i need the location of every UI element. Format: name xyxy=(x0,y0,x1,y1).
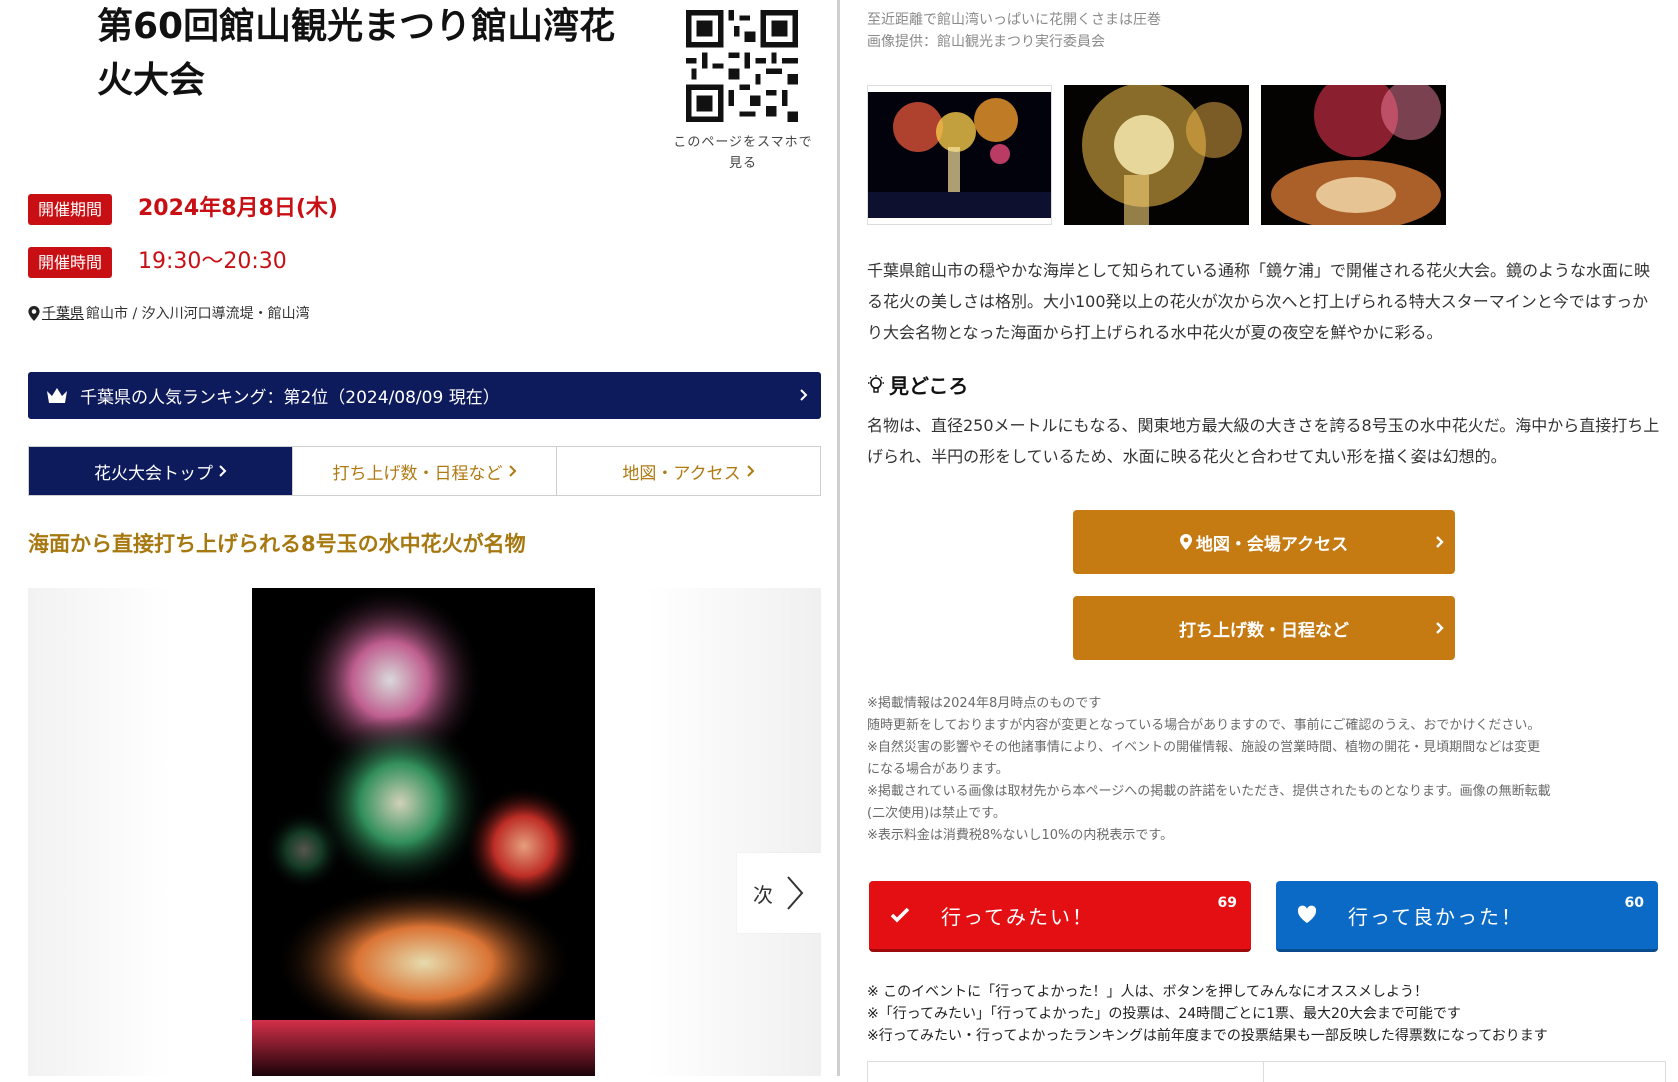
lightbulb-icon xyxy=(868,374,884,393)
qr-code-icon xyxy=(686,10,798,122)
thumbnail-strip xyxy=(867,85,1446,225)
period-badge: 開催期間 xyxy=(28,194,113,225)
ranking-text: 千葉県の人気ランキング：第2位（2024/08/09 現在） xyxy=(80,388,500,408)
location-pref-link[interactable]: 千葉県 xyxy=(42,303,84,323)
highlights-text: 名物は、直径250メートルにもなる、関東地方最大級の大きさを誇る8号玉の水中花火… xyxy=(867,416,1660,466)
page-title: 第60回館山観光まつり館山湾花 火大会 xyxy=(97,6,616,101)
tab-fireworks-top[interactable]: 花火大会トップ xyxy=(29,447,293,495)
photo-caption: 至近距離で館山湾いっぱいに花開くさまは圧巻 画像提供：館山観光まつり実行委員会 xyxy=(867,12,1161,50)
bottom-panel xyxy=(867,1061,1666,1082)
highlights-heading: 見どころ xyxy=(867,370,968,399)
gallery-heading: 海面から直接打ち上げられる8号玉の水中花火が名物 xyxy=(28,532,526,556)
chevron-right-icon xyxy=(219,465,227,477)
location-detail: 館山市 / 汐入川河口導流堤・館山湾 xyxy=(86,306,310,322)
ranking-banner[interactable]: 千葉県の人気ランキング：第2位（2024/08/09 現在） xyxy=(28,372,821,419)
event-description: 千葉県館山市の穏やかな海岸として知られている通称「鏡ケ浦」で開催される花火大会。… xyxy=(867,261,1651,342)
chevron-right-icon xyxy=(787,876,804,910)
chevron-right-icon xyxy=(1436,536,1444,548)
want-to-go-count: 69 xyxy=(1217,895,1237,911)
check-icon xyxy=(890,907,910,923)
disclaimer-notes: ※掲載情報は2024年8月時点のものです 随時更新をしておりますが内容が変更とな… xyxy=(867,696,1551,843)
thumbnail-1[interactable] xyxy=(867,85,1052,225)
period-value: 2024年8月8日(木) xyxy=(138,196,338,221)
fireworks-photo xyxy=(252,588,595,1076)
schedule-button[interactable]: 打ち上げ数・日程など xyxy=(1073,596,1455,660)
tab-schedule[interactable]: 打ち上げ数・日程など xyxy=(293,447,557,495)
location: 千葉県 館山市 / 汐入川河口導流堤・館山湾 xyxy=(28,303,310,323)
heart-icon xyxy=(1297,905,1317,923)
column-divider xyxy=(837,0,840,1076)
want-to-go-button[interactable]: 行ってみたい！ 69 xyxy=(869,881,1251,952)
photo-gallery: 次 xyxy=(28,588,821,1076)
tab-bar: 花火大会トップ 打ち上げ数・日程など 地図・アクセス xyxy=(28,446,821,496)
thumbnail-3[interactable] xyxy=(1261,85,1446,225)
chevron-right-icon xyxy=(1436,622,1444,634)
chevron-right-icon xyxy=(508,465,516,477)
time-badge: 開催時間 xyxy=(28,247,113,278)
chevron-right-icon xyxy=(800,389,808,401)
map-access-button[interactable]: 地図・会場アクセス xyxy=(1073,510,1455,574)
location-pin-icon xyxy=(28,305,40,321)
time-value: 19:30～20:30 xyxy=(138,249,287,274)
glad-went-count: 60 xyxy=(1624,895,1644,911)
qr-caption: このページをスマホで 見る xyxy=(673,135,813,171)
vote-notes: ※ このイベントに「行ってよかった！」人は、ボタンを押してみんなにオススメしよう… xyxy=(867,984,1548,1044)
glad-went-button[interactable]: 行って良かった！ 60 xyxy=(1276,881,1658,952)
gallery-next-button[interactable]: 次 xyxy=(737,853,821,933)
location-pin-icon xyxy=(1179,534,1192,550)
thumbnail-2[interactable] xyxy=(1064,85,1249,225)
crown-icon xyxy=(47,387,67,403)
chevron-right-icon xyxy=(746,465,754,477)
tab-map-access[interactable]: 地図・アクセス xyxy=(557,447,820,495)
